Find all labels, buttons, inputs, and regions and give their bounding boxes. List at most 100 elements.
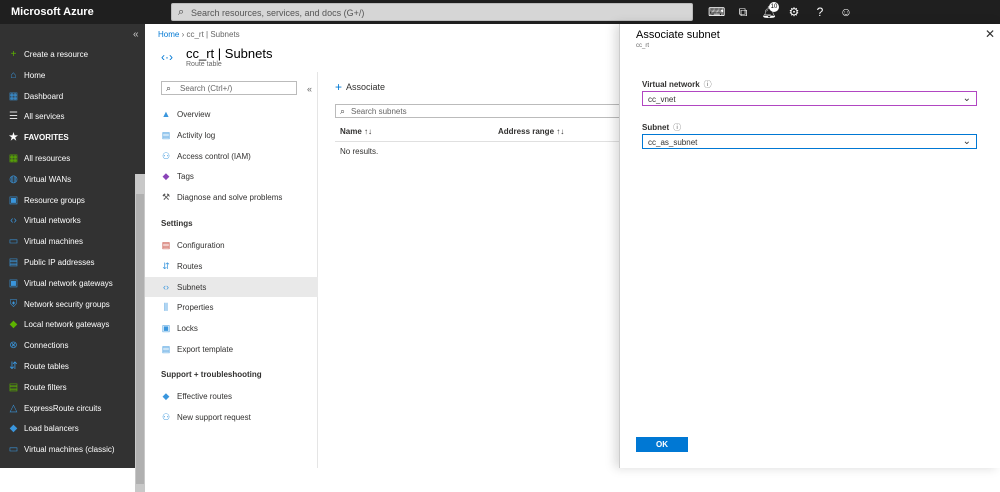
menu-item-export-template[interactable]: ▤ Export template: [145, 339, 318, 359]
activity-log-icon: ▤: [161, 129, 171, 140]
subnets-search-input[interactable]: ⌕ Search subnets: [335, 104, 620, 118]
nav-item-expressroute-circuits[interactable]: △ ExpressRoute circuits: [0, 399, 135, 419]
menu-item-label: Effective routes: [177, 392, 232, 401]
ok-button[interactable]: OK: [636, 437, 688, 452]
menu-item-access-control-iam[interactable]: ⚇ Access control (IAM): [145, 146, 318, 166]
left-navigation: « + Create a resource ⌂ Home ▦ Dashboard ☰ All …: [0, 24, 145, 492]
menu-item-locks[interactable]: ▣ Locks: [145, 318, 318, 338]
nav-item-create-a-resource[interactable]: + Create a resource: [0, 45, 135, 65]
settings-gear-icon[interactable]: ⚙: [786, 4, 802, 20]
nav-item-label: Virtual network gateways: [24, 278, 113, 288]
column-header-name[interactable]: Name ↑↓: [340, 127, 372, 136]
menu-item-label: Routes: [177, 261, 203, 271]
menu-item-label: Overview: [177, 110, 211, 119]
route-icon: ⇵: [162, 260, 170, 271]
menu-item-label: Activity log: [177, 130, 216, 140]
nav-item-label: Virtual networks: [24, 216, 81, 226]
subnet-dropdown[interactable]: cc_as_subnet ⌄: [642, 134, 977, 149]
menu-item-properties[interactable]: ⫼ Properties: [145, 297, 318, 317]
info-icon[interactable]: ⓘ: [673, 123, 681, 132]
iam-icon: ⚇: [161, 150, 171, 161]
filter-icon: ▤: [8, 381, 19, 393]
chevron-down-icon: ⌄: [962, 93, 971, 104]
nav-item-label: All services: [24, 112, 65, 122]
nav-item-dashboard[interactable]: ▦ Dashboard: [0, 87, 135, 107]
dashboard-icon: ▦: [8, 90, 19, 102]
nav-item-virtual-machines[interactable]: ▭ Virtual machines: [0, 232, 135, 252]
nav-item-local-network-gateways[interactable]: ◆ Local network gateways: [0, 315, 135, 335]
table-header: Name ↑↓ Address range ↑↓: [335, 122, 620, 142]
collapse-menu-button[interactable]: «: [307, 84, 312, 94]
collapse-nav-button[interactable]: «: [133, 29, 139, 40]
nav-item-label: Virtual machines: [24, 237, 83, 247]
search-icon: ⌕: [340, 106, 346, 116]
nav-scrollbar[interactable]: [135, 174, 145, 492]
nav-item-all-services[interactable]: ☰ All services: [0, 107, 135, 127]
list-icon: ☰: [9, 111, 18, 123]
associate-subnet-panel: Associate subnet cc_rt ✕ Virtual network…: [619, 24, 1000, 468]
global-search-input[interactable]: ⌕ Search resources, services, and docs (…: [171, 3, 693, 21]
nav-item-virtual-network-gateways[interactable]: ▣ Virtual network gateways: [0, 274, 135, 294]
nav-item-virtual-wans[interactable]: ◍ Virtual WANs: [0, 170, 135, 190]
panel-subtitle: cc_rt: [636, 43, 650, 49]
menu-item-subnets[interactable]: ‹› Subnets: [145, 276, 318, 297]
nav-item-connections[interactable]: ⊗ Connections: [0, 336, 135, 356]
menu-item-label: New support request: [177, 412, 251, 422]
globe-icon: ◍: [9, 173, 18, 185]
help-icon[interactable]: ?: [812, 4, 828, 20]
menu-search-placeholder: Search (Ctrl+/): [180, 84, 233, 93]
menu-section-support: Support + troubleshooting: [161, 370, 262, 379]
nav-item-all-resources[interactable]: ▦ All resources: [0, 149, 135, 169]
associate-button[interactable]: + Associate: [335, 80, 385, 94]
menu-item-tags[interactable]: ◆ Tags: [145, 166, 318, 186]
resource-menu: ⌕ Search (Ctrl+/) « ▲ Overview ▤ Activity l…: [145, 72, 318, 468]
menu-item-routes[interactable]: ⇵ Routes: [145, 256, 318, 276]
nav-item-network-security-groups[interactable]: ⛨ Network security groups: [0, 295, 135, 315]
brand-title[interactable]: Microsoft Azure: [11, 6, 94, 18]
nav-item-label: Route tables: [24, 362, 69, 371]
menu-item-new-support-request[interactable]: ⚇ New support request: [145, 407, 318, 427]
menu-item-overview[interactable]: ▲ Overview: [145, 104, 318, 124]
menu-item-diagnose-and-solve-problems[interactable]: ⚒ Diagnose and solve problems: [145, 187, 318, 207]
menu-item-label: Subnets: [177, 282, 207, 292]
route-icon: ⇵: [9, 361, 18, 372]
nav-item-public-ip-addresses[interactable]: ▤ Public IP addresses: [0, 253, 135, 273]
close-icon[interactable]: ✕: [985, 27, 995, 41]
menu-item-configuration[interactable]: ▤ Configuration: [145, 235, 318, 255]
associate-label: Associate: [346, 82, 386, 92]
nav-item-virtual-machines-classic[interactable]: ▭ Virtual machines (classic): [0, 440, 135, 460]
subnet-value: cc_as_subnet: [648, 138, 698, 147]
nav-scrollbar-thumb[interactable]: [136, 194, 144, 484]
menu-item-label: Export template: [177, 345, 234, 354]
nav-item-route-filters[interactable]: ▤ Route filters: [0, 378, 135, 398]
virtual-network-label: Virtual network ⓘ: [642, 79, 712, 90]
search-icon: ⌕: [166, 83, 172, 93]
directory-filter-icon[interactable]: ⧉: [735, 4, 751, 20]
breadcrumb-home-link[interactable]: Home: [158, 30, 179, 39]
cube-icon: ▣: [8, 194, 19, 206]
nav-item-virtual-networks[interactable]: ‹› Virtual networks: [0, 211, 135, 231]
menu-item-activity-log[interactable]: ▤ Activity log: [145, 125, 318, 145]
nav-item-resource-groups[interactable]: ▣ Resource groups: [0, 191, 135, 211]
nav-item-label: Route filters: [24, 382, 67, 392]
menu-search-input[interactable]: ⌕ Search (Ctrl+/): [161, 81, 297, 95]
nav-item-favorites: ★ FAVORITES: [0, 128, 135, 148]
grid-icon: ▦: [8, 153, 19, 164]
effective-routes-icon: ◆: [162, 391, 170, 401]
nav-item-route-tables[interactable]: ⇵ Route tables: [0, 357, 135, 377]
nav-item-label: Home: [24, 70, 46, 80]
global-search-placeholder: Search resources, services, and docs (G+…: [191, 8, 365, 18]
menu-item-label: Diagnose and solve problems: [177, 193, 283, 203]
cloud-shell-icon[interactable]: ⌨: [708, 4, 725, 20]
column-header-address-range[interactable]: Address range ↑↓: [498, 127, 564, 136]
nav-item-label: Connections: [24, 341, 69, 351]
diamond-icon: ◆: [9, 423, 18, 435]
menu-item-label: Tags: [177, 172, 194, 182]
nav-item-load-balancers[interactable]: ◆ Load balancers: [0, 419, 135, 439]
menu-item-effective-routes[interactable]: ◆ Effective routes: [145, 386, 318, 406]
nav-item-home[interactable]: ⌂ Home: [0, 66, 135, 86]
info-icon[interactable]: ⓘ: [704, 80, 712, 89]
virtual-network-dropdown[interactable]: cc_vnet ⌄: [642, 91, 977, 106]
feedback-smiley-icon[interactable]: ☺: [838, 4, 854, 20]
nav-item-label: FAVORITES: [24, 133, 69, 143]
